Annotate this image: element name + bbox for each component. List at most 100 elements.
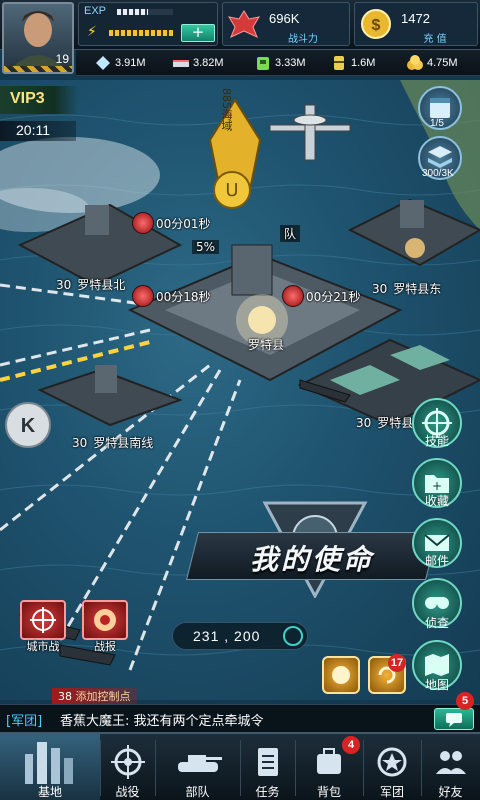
enemy-marker-icon	[132, 212, 154, 234]
troops-icon	[177, 755, 222, 772]
event-banner-text: 添加控制点	[75, 690, 131, 703]
svg-text:$: $	[372, 17, 381, 34]
exp-panel: EXP ⚡ +	[78, 2, 218, 46]
recharge-panel[interactable]: $ 1472 充 值	[354, 2, 478, 46]
score-value: 231 , 200	[193, 628, 261, 644]
nav-tasks[interactable]: 任务	[240, 734, 295, 800]
nav-label: 基地	[37, 785, 62, 799]
backpack-badge: 4	[342, 736, 360, 754]
tower-label[interactable]: 885海域	[218, 88, 234, 131]
territory-label[interactable]: 30 罗特县北	[56, 276, 125, 293]
exp-label: EXP	[84, 5, 107, 17]
resource-bar: 3.91M 3.82M 3.33M 1.6M 4.75M	[76, 50, 480, 76]
battle-report-button[interactable]	[82, 600, 128, 640]
player-level: 19	[55, 52, 69, 66]
gold-coin-icon: $	[361, 9, 391, 39]
quick-action-button[interactable]	[322, 656, 360, 694]
nav-label: 部队	[185, 785, 210, 799]
nav-troops[interactable]: 部队	[155, 734, 240, 800]
energy-bolt-icon: ⚡	[87, 24, 97, 40]
nav-label: 好友	[438, 785, 463, 799]
exp-bar	[117, 9, 173, 15]
resource-fuel[interactable]: 3.33M	[254, 54, 306, 72]
svg-text:K: K	[21, 415, 36, 437]
base-name-label[interactable]: 罗特县	[248, 336, 284, 353]
power-value: 696K	[269, 11, 300, 26]
svg-text:+: +	[432, 479, 442, 493]
calendar-count: 1/5	[430, 118, 444, 129]
combat-power-panel[interactable]: 696K 战斗力	[222, 2, 350, 46]
open-chat-button[interactable]	[434, 708, 474, 730]
stack-count: 300/3K	[422, 168, 454, 179]
energy-bar	[109, 30, 173, 36]
svg-text:U: U	[225, 180, 238, 201]
march-timer-2[interactable]: 00分18秒	[132, 285, 211, 307]
power-label: 战斗力	[288, 34, 318, 45]
chat-message: 香蕉大魔王: 我还有两个定点牵城令	[60, 714, 264, 729]
fortress-progress: 5%	[192, 240, 220, 254]
scout-label: 侦查	[424, 616, 449, 630]
crystal-icon	[96, 56, 110, 70]
chat-bubble-icon	[446, 713, 462, 727]
nav-friends[interactable]: 好友	[421, 734, 480, 800]
player-avatar[interactable]: 19	[2, 2, 74, 74]
nav-base[interactable]: 基地	[0, 734, 100, 800]
mail-label: 邮件	[424, 554, 449, 568]
city-battle-icon	[30, 607, 56, 633]
city-battle-label: 城市战	[26, 640, 60, 653]
nav-label: 战役	[115, 785, 140, 799]
battle-report-icon	[94, 609, 116, 631]
score-panel[interactable]: 231 , 200	[172, 622, 308, 650]
awacs-aircraft	[269, 104, 351, 161]
territory-label[interactable]: 30 罗特县南线	[72, 434, 153, 451]
event-banner[interactable]: 38 添加控制点	[52, 688, 137, 704]
ocean-waves: U K	[0, 80, 480, 671]
resource-crystal[interactable]: 3.91M	[94, 54, 146, 72]
legion-icon	[377, 747, 407, 777]
tasks-icon	[257, 748, 278, 776]
campaign-icon	[110, 745, 145, 779]
event-banner-number: 38	[58, 690, 72, 703]
resource-steel[interactable]: 3.82M	[172, 54, 224, 72]
skill-label: 技能	[424, 434, 449, 448]
territory-label[interactable]: 30 罗特县	[356, 414, 413, 431]
favorites-label: 收藏	[424, 494, 449, 508]
world-map[interactable]: U K 885海域 00分01秒 00分18秒 00分21秒 5% 队 罗特县 …	[0, 80, 480, 700]
nav-campaign[interactable]: 战役	[100, 734, 155, 800]
march-timer-1[interactable]: 00分01秒	[132, 212, 211, 234]
march-timer-3[interactable]: 00分21秒	[282, 285, 361, 307]
map-label: 地图	[424, 678, 449, 692]
nav-label: 任务	[255, 785, 280, 799]
quick-action-badge: 17	[388, 654, 406, 672]
friends-icon	[435, 751, 466, 774]
nav-label: 背包	[316, 785, 341, 799]
territory-label[interactable]: 30 罗特县东	[372, 280, 441, 297]
radar-icon	[283, 626, 303, 646]
my-mission-button[interactable]: 我的使命	[192, 538, 432, 578]
chat-channel: [军团]	[6, 714, 43, 729]
recharge-label: 充 值	[423, 34, 447, 45]
power-emblem-icon	[227, 10, 261, 38]
gold-value: 1472	[401, 11, 430, 26]
oil-barrel-icon	[334, 56, 344, 70]
base-icon	[25, 742, 73, 784]
chat-bar[interactable]: [军团] 香蕉大魔王: 我还有两个定点牵城令	[0, 704, 480, 732]
resource-oil[interactable]: 1.6M	[330, 54, 375, 72]
add-energy-button[interactable]: +	[181, 24, 215, 42]
nav-label: 军团	[379, 785, 404, 799]
chat-badge: 5	[456, 692, 474, 710]
enemy-marker-icon	[282, 285, 304, 307]
steel-icon	[173, 60, 189, 67]
city-battle-button[interactable]	[20, 600, 66, 640]
bottom-nav: 基地 战役 部队 任务 背包 军团 好友	[0, 732, 480, 800]
unit-tag: 队	[280, 225, 301, 242]
nav-legion[interactable]: 军团	[363, 734, 421, 800]
mission-scroll-icon	[332, 666, 350, 684]
coins-icon	[407, 55, 423, 70]
vip-badge[interactable]: VIP3	[0, 86, 78, 114]
fuel-icon	[257, 57, 269, 70]
event-timer: 20:11	[0, 121, 76, 141]
battle-report-label: 战报	[94, 640, 116, 653]
resource-coins[interactable]: 4.75M	[406, 54, 458, 72]
enemy-marker-icon	[132, 285, 154, 307]
